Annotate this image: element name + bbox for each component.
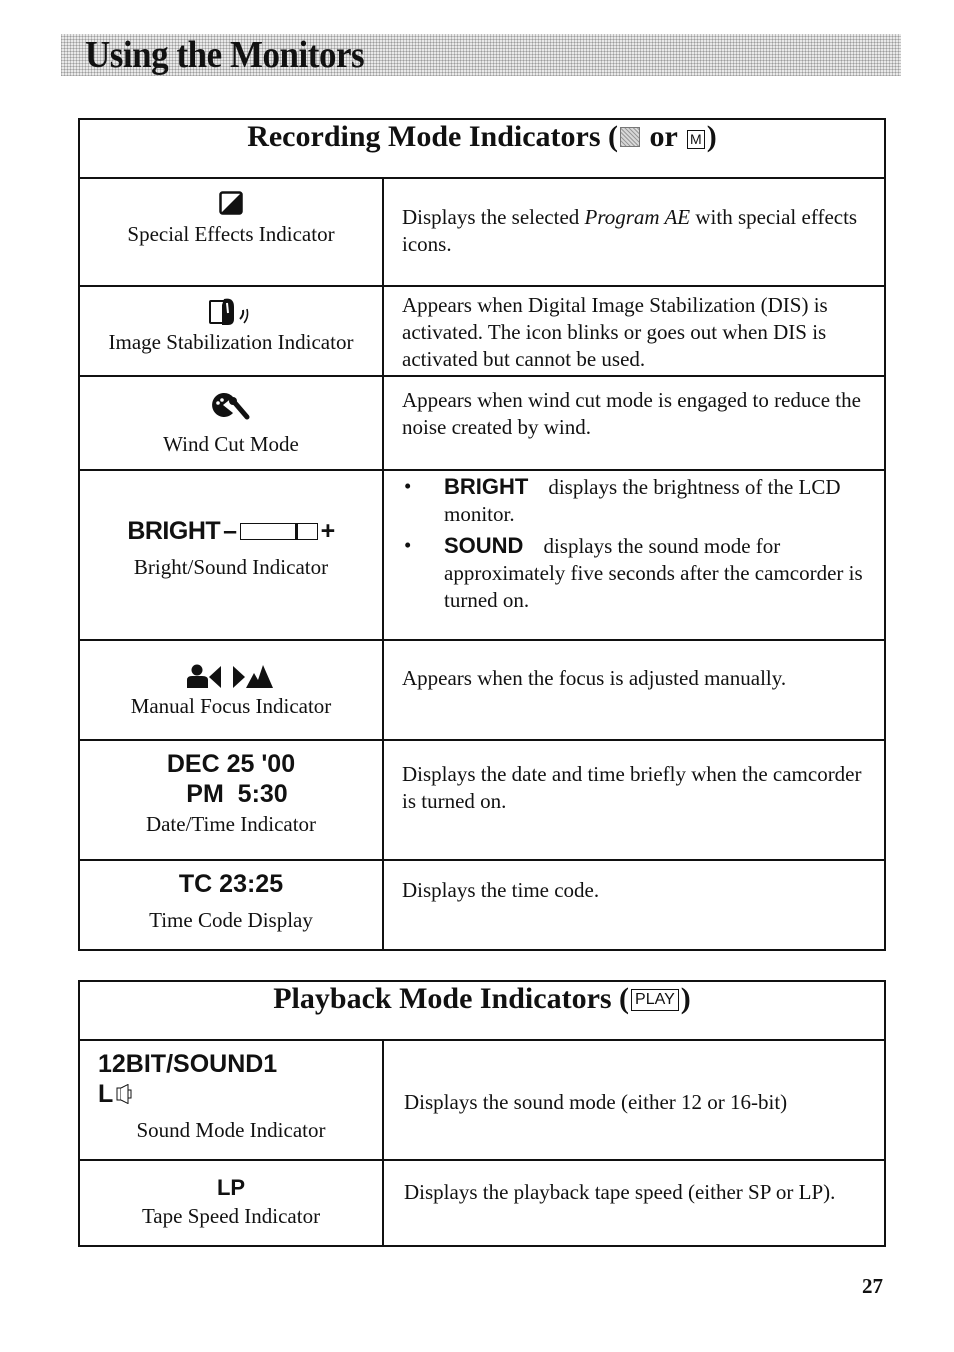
indicator-caption: Date/Time Indicator [145, 812, 317, 836]
list-item: • BRIGHT displays the brightness of the LC… [404, 474, 841, 526]
special-effects-icon [80, 191, 382, 215]
time-display: PM 5:30 [186, 780, 288, 808]
bright-level-thumb [295, 524, 299, 539]
indicator-caption: Special Effects Indicator [127, 222, 335, 246]
indicator-cell: Image Stabilization Indicator [78, 285, 384, 377]
indicator-cell: BRIGHT – + Bright/Sound Indicator [78, 469, 384, 641]
list-item: • SOUND displays the sound mode for approx… [404, 533, 863, 612]
auto-mode-icon [620, 127, 640, 147]
bright-sound-list: • BRIGHT displays the brightness of the LC… [402, 473, 874, 614]
indicator-caption: Sound Mode Indicator [136, 1118, 326, 1142]
table-row: Manual Focus Indicator Appears when the … [78, 639, 886, 741]
table-row: LP Tape Speed Indicator Displays the pla… [78, 1159, 886, 1247]
indicator-cell: TC 23:25 Time Code Display [78, 859, 384, 951]
wind-cut-icon [80, 391, 382, 421]
playback-table-title: Playback Mode Indicators (PLAY) [78, 980, 886, 1041]
indicator-cell: Wind Cut Mode [78, 375, 384, 471]
recording-table-title: Recording Mode Indicators ( or M) [78, 118, 886, 179]
bright-level-bar [239, 523, 318, 540]
indicator-cell: Special Effects Indicator [78, 177, 384, 287]
section-banner: Using the Monitors [61, 34, 901, 76]
play-mode-icon: PLAY [631, 989, 679, 1011]
sound-channel-display: L [98, 1079, 382, 1109]
indicator-caption: Wind Cut Mode [163, 432, 299, 456]
description-cell: Displays the playback tape speed (either… [382, 1159, 886, 1247]
indicator-caption: Bright/Sound Indicator [133, 555, 329, 579]
indicator-cell: Manual Focus Indicator [78, 639, 384, 741]
speaker-icon [116, 1084, 132, 1104]
description-cell: Appears when Digital Image Stabilization… [382, 285, 886, 377]
indicator-caption: Image Stabilization Indicator [108, 330, 354, 354]
indicator-cell: LP Tape Speed Indicator [78, 1159, 384, 1247]
indicator-caption: Time Code Display [149, 908, 313, 932]
description-cell: Appears when wind cut mode is engaged to… [382, 375, 886, 471]
indicator-cell: 12BIT/SOUND1 L Sound Mode Indicator [78, 1039, 384, 1161]
description-cell: Displays the date and time briefly when … [382, 739, 886, 861]
indicator-caption: Manual Focus Indicator [130, 694, 332, 718]
description-cell: Displays the selected Program AE with sp… [382, 177, 886, 287]
indicator-caption: Tape Speed Indicator [141, 1204, 321, 1228]
tape-speed-display: LP [216, 1175, 246, 1200]
bright-sound-indicator: BRIGHT – + [127, 517, 335, 545]
manual-mode-icon: M [686, 130, 705, 149]
table-row: BRIGHT – + Bright/Sound Indicator • BRIGH… [78, 469, 886, 641]
table-row: Image Stabilization Indicator Appears wh… [78, 285, 886, 377]
time-code-display: TC 23:25 [178, 870, 284, 898]
table-row: 12BIT/SOUND1 L Sound Mode Indicator Disp… [78, 1039, 886, 1161]
sound-mode-display: 12BIT/SOUND1 [98, 1050, 278, 1078]
table-row: Wind Cut Mode Appears when wind cut mode… [78, 375, 886, 471]
indicator-cell: DEC 25 '00 PM 5:30 Date/Time Indicator [78, 739, 384, 861]
manual-focus-icon [80, 663, 382, 689]
playback-indicators-table: Playback Mode Indicators (PLAY) 12BIT/SO… [78, 980, 886, 1247]
table-row: DEC 25 '00 PM 5:30 Date/Time Indicator D… [78, 739, 886, 861]
description-cell: Displays the time code. [382, 859, 886, 951]
section-title: Using the Monitors [85, 34, 365, 76]
description-cell: Appears when the focus is adjusted manua… [382, 639, 886, 741]
description-cell: Displays the sound mode (either 12 or 16… [382, 1039, 886, 1161]
table-row: TC 23:25 Time Code Display Displays the … [78, 859, 886, 951]
page-number: 27 [862, 1274, 883, 1298]
recording-indicators-table: Recording Mode Indicators ( or M) Specia… [78, 118, 886, 951]
description-cell: • BRIGHT displays the brightness of the LC… [382, 469, 886, 641]
image-stabilization-icon [80, 297, 382, 329]
date-display: DEC 25 '00 [166, 750, 296, 778]
table-row: Special Effects Indicator Displays the s… [78, 177, 886, 287]
program-ae-term: Program AE [584, 205, 691, 229]
